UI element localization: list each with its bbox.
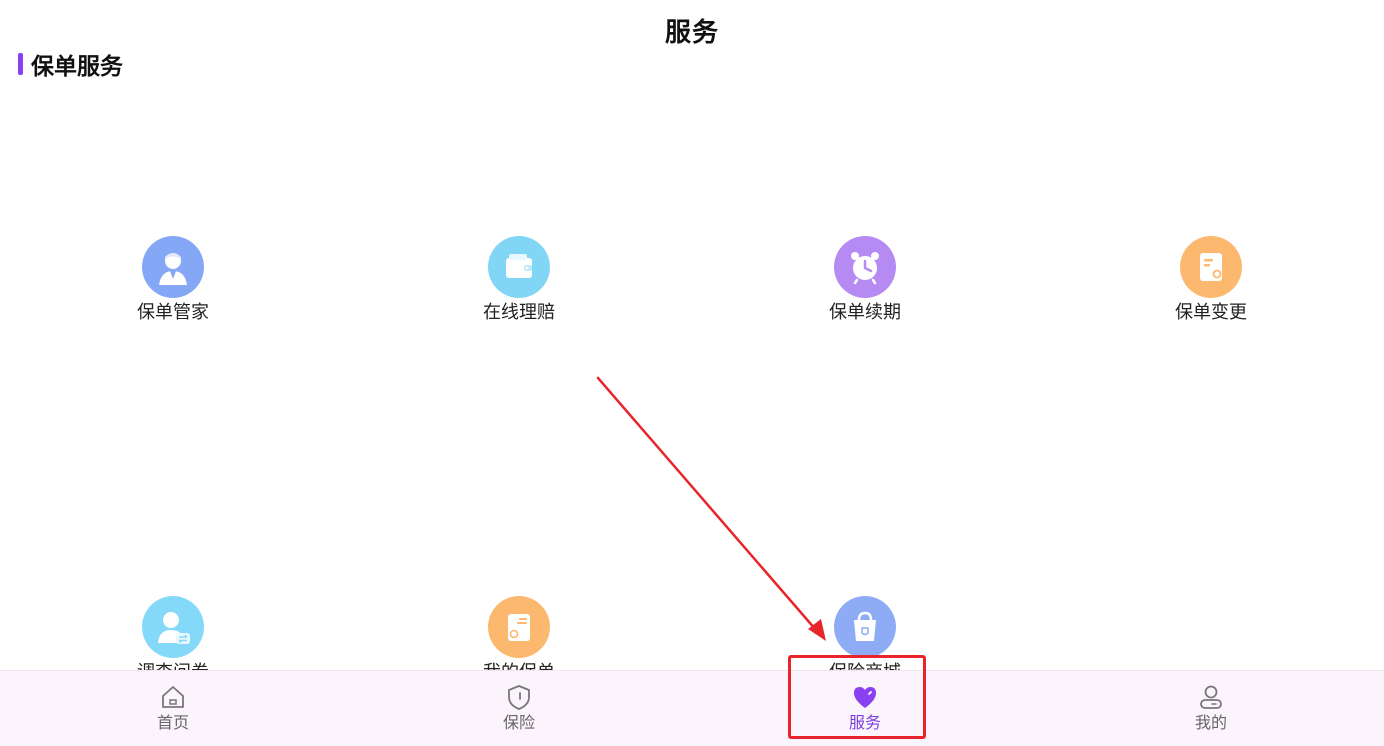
tab-services[interactable]: 服务	[765, 671, 965, 746]
service-item-policy-change[interactable]: 保单变更	[1121, 236, 1301, 324]
home-icon	[162, 686, 184, 708]
tab-label: 服务	[848, 713, 881, 732]
tab-home[interactable]: 首页	[73, 671, 273, 746]
heart-icon	[854, 687, 876, 708]
section-title: 保单服务	[31, 54, 123, 80]
alarm-clock-icon	[834, 236, 896, 298]
shopping-bag-icon	[834, 596, 896, 658]
tab-insurance[interactable]: 保险	[419, 671, 619, 746]
document-edit-icon	[1180, 236, 1242, 298]
wallet-icon	[488, 236, 550, 298]
service-label: 保单变更	[1175, 302, 1247, 323]
user-icon	[1200, 685, 1222, 709]
section-accent-bar	[18, 53, 23, 75]
tab-label: 保险	[502, 713, 535, 732]
agent-avatar-icon	[142, 236, 204, 298]
shield-icon	[508, 685, 530, 710]
service-item-online-claims[interactable]: 在线理赔	[429, 236, 609, 324]
service-label: 在线理赔	[483, 302, 555, 323]
user-exchange-icon	[142, 596, 204, 658]
tab-me[interactable]: 我的	[1111, 671, 1311, 746]
tab-label: 我的	[1194, 713, 1227, 732]
section-header: 保单服务	[18, 50, 123, 80]
bottom-tab-bar: 首页 保险 服务 我的	[0, 670, 1384, 746]
policy-card-icon	[488, 596, 550, 658]
service-item-policy-manager[interactable]: 保单管家	[83, 236, 263, 324]
service-label: 保单续期	[829, 302, 901, 323]
tab-label: 首页	[156, 713, 189, 732]
service-item-policy-renewal[interactable]: 保单续期	[775, 236, 955, 324]
page-title: 服务	[664, 18, 719, 48]
service-label: 保单管家	[137, 302, 209, 323]
